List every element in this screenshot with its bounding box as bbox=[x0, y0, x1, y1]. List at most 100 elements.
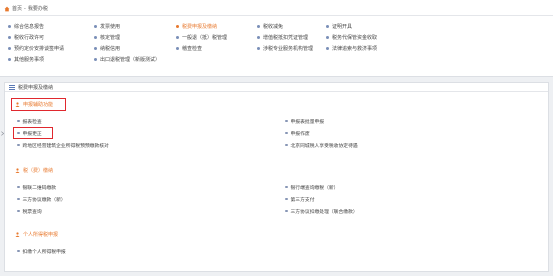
menu-item-label: 其他服务事项 bbox=[14, 57, 45, 63]
function-link[interactable]: 税票查询 bbox=[17, 207, 42, 215]
bullet-icon bbox=[285, 209, 288, 213]
breadcrumb-separator: - bbox=[24, 5, 26, 12]
bullet-icon bbox=[17, 143, 20, 147]
collapse-handle[interactable] bbox=[0, 130, 4, 137]
function-link[interactable]: 三方协议缴款（新） bbox=[17, 195, 66, 203]
person-icon bbox=[15, 168, 20, 173]
bullet-icon bbox=[257, 25, 260, 28]
home-icon[interactable] bbox=[4, 6, 10, 12]
bullet-icon bbox=[176, 36, 179, 39]
bullet-icon bbox=[285, 143, 288, 147]
list-icon bbox=[9, 84, 15, 90]
top-panel: 首页 - 我要办税 综合信息报告 发票使用 税费申报及缴纳 税收减免 证明开具税收行政许… bbox=[0, 0, 553, 77]
breadcrumb: 首页 - 我要办税 bbox=[4, 4, 48, 13]
bullet-icon bbox=[94, 36, 97, 39]
function-link[interactable]: 第三方支付 bbox=[285, 195, 315, 203]
menu-item-label: 涉税专业服务机构管理 bbox=[263, 46, 314, 52]
function-link-label: 申报表批量申报 bbox=[290, 119, 325, 125]
menu-item-label: 税务代保管资金收取 bbox=[332, 35, 378, 41]
group-title: 税（费）缴纳 bbox=[15, 166, 53, 175]
menu-item-label: 增值税抵扣凭证管理 bbox=[263, 35, 309, 41]
chevron-right-icon bbox=[0, 131, 4, 136]
breadcrumb-home[interactable]: 首页 bbox=[12, 5, 22, 12]
menu-item[interactable]: 税费申报及缴纳 bbox=[176, 22, 217, 31]
menu-item[interactable]: 其他服务事项 bbox=[8, 55, 44, 64]
function-link[interactable]: 申报作废 bbox=[285, 129, 310, 137]
function-link-label: 三方协议扣缴处理（联合缴款） bbox=[290, 209, 358, 215]
menu-item[interactable]: 预约定价安排谈签申请 bbox=[8, 44, 64, 53]
menu-item-label: 预约定价安排谈签申请 bbox=[14, 46, 65, 52]
group-title-label: 税（费）缴纳 bbox=[23, 168, 54, 174]
function-link[interactable]: 三方协议扣缴处理（联合缴款） bbox=[285, 207, 358, 215]
bullet-icon bbox=[17, 185, 20, 189]
bullet-icon bbox=[257, 47, 260, 50]
function-link-label: 申报作废 bbox=[290, 131, 310, 137]
section-header: 税费申报及缴纳 bbox=[5, 83, 548, 92]
function-link[interactable]: 北京同城税人享受税收协定待遇 bbox=[285, 141, 358, 149]
menu-item-label: 法律追索与救济事项 bbox=[332, 46, 378, 52]
bullet-icon bbox=[326, 36, 329, 39]
menu-item[interactable]: 涉税专业服务机构管理 bbox=[257, 44, 313, 53]
menu-item[interactable]: 纳税信用 bbox=[94, 44, 120, 53]
bullet-icon bbox=[326, 25, 329, 28]
menu-item[interactable]: 税收减免 bbox=[257, 22, 283, 31]
bullet-icon bbox=[17, 119, 20, 123]
function-link[interactable]: 跨地区经营建筑企业所得税预预缴款核对 bbox=[17, 141, 109, 149]
bullet-icon bbox=[326, 47, 329, 50]
menu-item-label: 税收减免 bbox=[263, 24, 284, 30]
menu-item-label: 稽查检查 bbox=[182, 46, 203, 52]
bullet-icon bbox=[176, 25, 179, 28]
menu-item[interactable]: 综合信息报告 bbox=[8, 22, 44, 31]
bullet-icon bbox=[94, 47, 97, 50]
function-link[interactable]: 扣缴个人所得税申报 bbox=[17, 247, 66, 255]
function-link-label: 银行端查询缴税（新） bbox=[290, 185, 339, 191]
breadcrumb-current: 我要办税 bbox=[27, 6, 48, 12]
menu-item[interactable]: 增值税抵扣凭证管理 bbox=[257, 33, 308, 42]
function-link[interactable]: 银行端查询缴税（新） bbox=[285, 183, 338, 191]
bullet-icon bbox=[176, 47, 179, 50]
menu-item[interactable]: 税务代保管资金收取 bbox=[326, 33, 377, 42]
menu-item[interactable]: 证明开具 bbox=[326, 22, 352, 31]
tax-declaration-section: 税费申报及缴纳 申报辅助功能 报表检查 申报更正 跨地区经营建筑企业所得税预预缴款核对… bbox=[4, 82, 549, 272]
menu-item[interactable]: 发票使用 bbox=[94, 22, 120, 31]
menu-item-label: 证明开具 bbox=[332, 24, 353, 30]
menu-item[interactable]: 核定管理 bbox=[94, 33, 120, 42]
menu-item[interactable]: 出口退税管理（新版测试） bbox=[94, 55, 160, 64]
bullet-icon bbox=[8, 36, 11, 39]
menu-item[interactable]: 一般退（抵）税管理 bbox=[176, 33, 227, 42]
bullet-icon bbox=[17, 209, 20, 213]
bullet-icon bbox=[8, 47, 11, 50]
bullet-icon bbox=[17, 249, 20, 253]
group-title-label: 个人所得税申报 bbox=[23, 232, 59, 238]
bullet-icon bbox=[257, 36, 260, 39]
function-link-label: 税票查询 bbox=[22, 209, 42, 215]
bullet-icon bbox=[285, 185, 288, 189]
function-link-label: 第三方支付 bbox=[290, 197, 315, 203]
function-link[interactable]: 银联二维码缴款 bbox=[17, 183, 56, 191]
menu-item-label: 税费申报及缴纳 bbox=[182, 24, 218, 30]
menu-item[interactable]: 税收行政许可 bbox=[8, 33, 44, 42]
function-link-label: 跨地区经营建筑企业所得税预预缴款核对 bbox=[22, 143, 109, 149]
highlight-box bbox=[11, 98, 66, 111]
function-link-label: 扣缴个人所得税申报 bbox=[22, 249, 66, 255]
bullet-icon bbox=[17, 197, 20, 201]
function-link-label: 银联二维码缴款 bbox=[22, 185, 57, 191]
bullet-icon bbox=[285, 119, 288, 123]
menu-item-label: 综合信息报告 bbox=[14, 24, 45, 30]
menu-item[interactable]: 稽查检查 bbox=[176, 44, 202, 53]
bullet-icon bbox=[8, 58, 11, 61]
highlight-box bbox=[13, 127, 53, 139]
menu-item-label: 核定管理 bbox=[100, 35, 121, 41]
bullet-icon bbox=[94, 25, 97, 28]
function-link-label: 三方协议缴款（新） bbox=[22, 197, 66, 203]
bullet-icon bbox=[285, 197, 288, 201]
menu-item-label: 一般退（抵）税管理 bbox=[182, 35, 228, 41]
bullet-icon bbox=[285, 131, 288, 135]
function-link[interactable]: 报表检查 bbox=[17, 117, 42, 125]
function-link-label: 北京同城税人享受税收协定待遇 bbox=[290, 143, 358, 149]
function-link[interactable]: 申报表批量申报 bbox=[285, 117, 324, 125]
menu-item[interactable]: 法律追索与救济事项 bbox=[326, 44, 377, 53]
menu-item-label: 纳税信用 bbox=[100, 46, 121, 52]
menu-item-label: 税收行政许可 bbox=[14, 35, 45, 41]
bullet-icon bbox=[8, 25, 11, 28]
